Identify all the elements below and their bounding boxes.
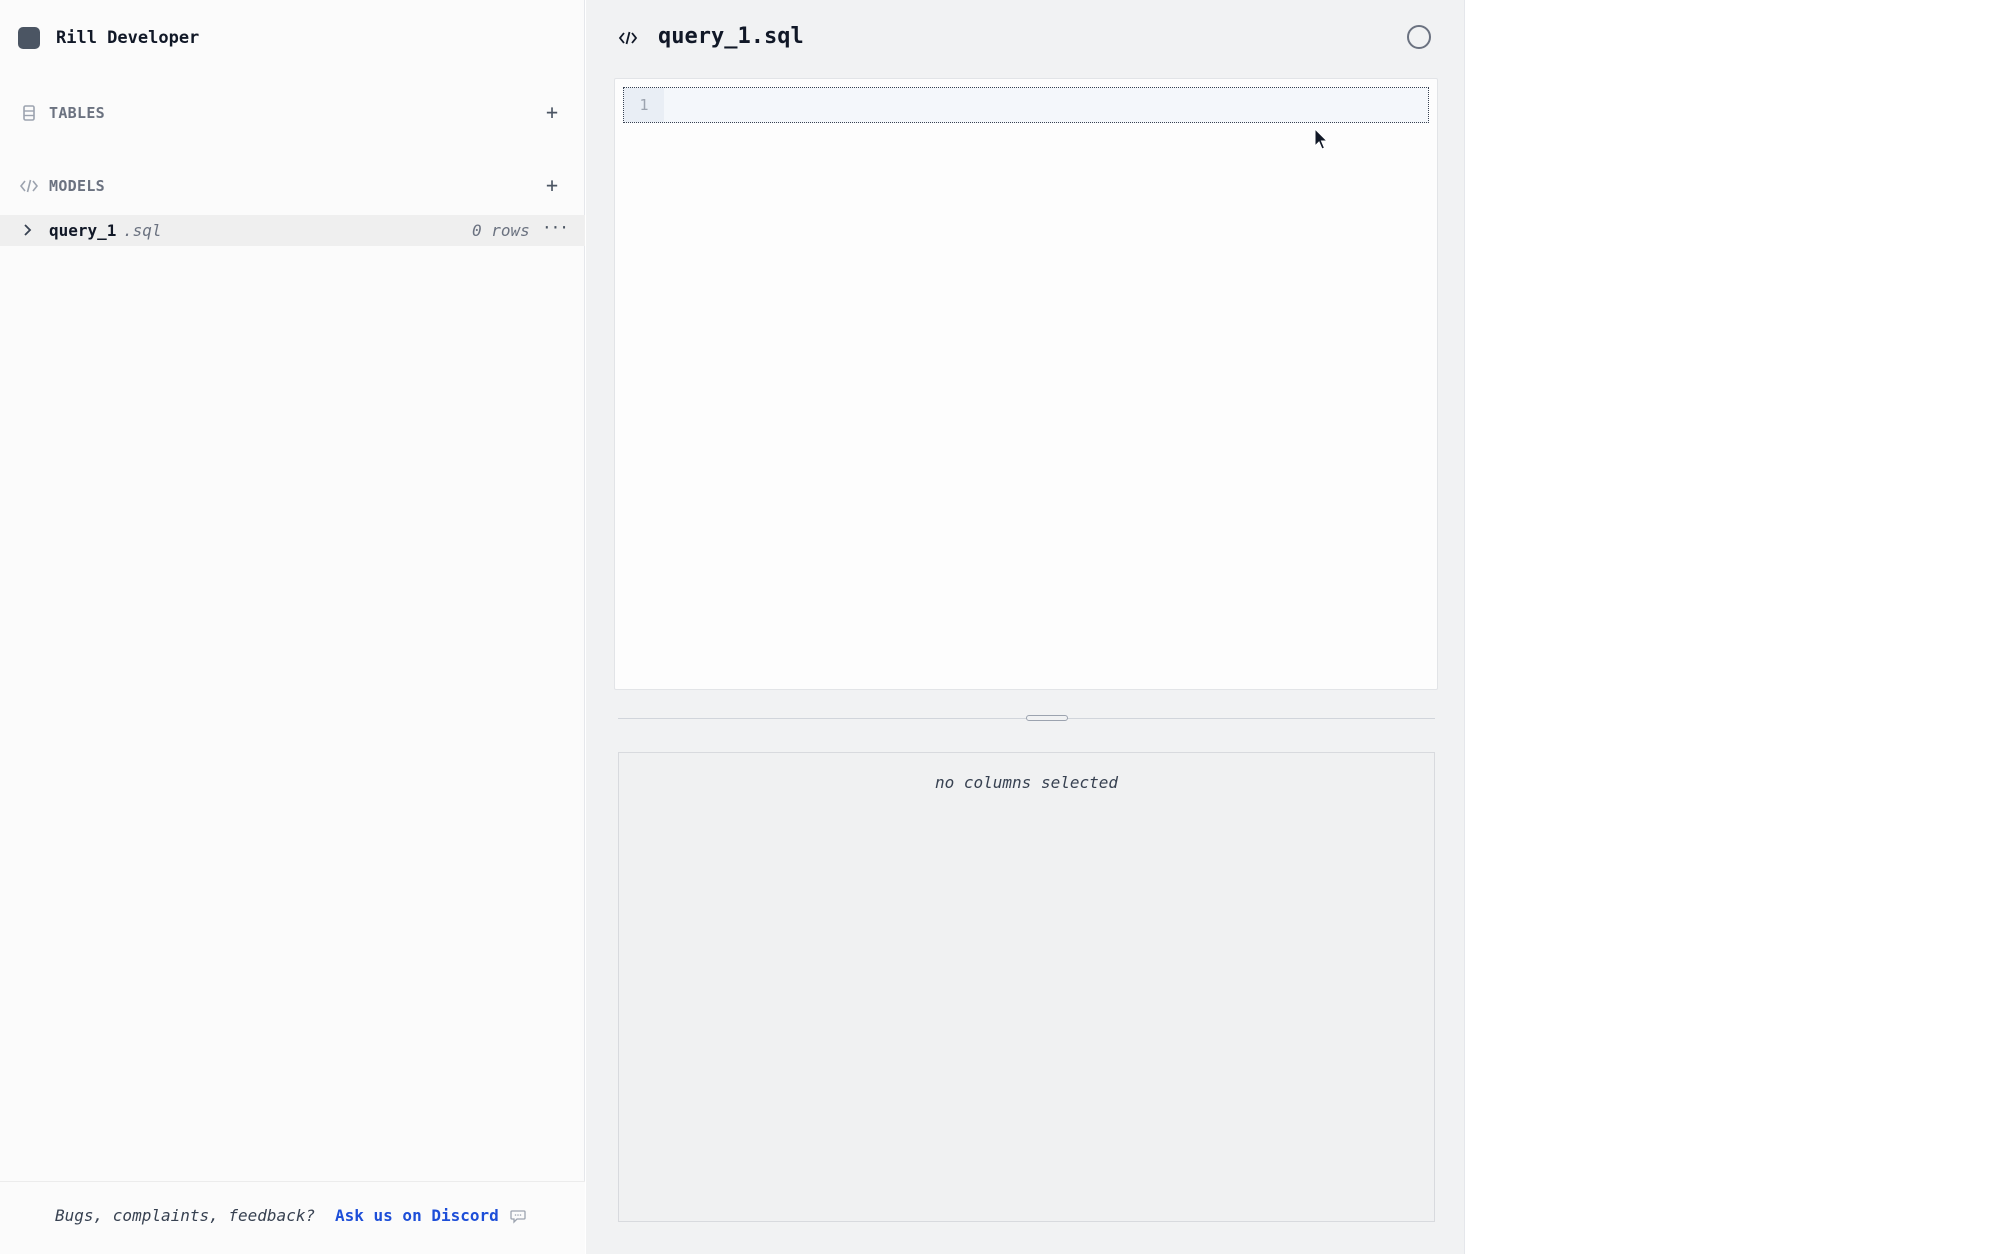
models-label: MODELS bbox=[49, 177, 105, 195]
more-options-button[interactable]: ··· bbox=[542, 218, 569, 237]
discord-link[interactable]: Ask us on Discord bbox=[335, 1206, 499, 1225]
model-name: query_1 bbox=[49, 221, 117, 240]
line-number: 1 bbox=[624, 88, 664, 122]
rill-logo-icon bbox=[18, 27, 40, 49]
code-icon bbox=[19, 179, 39, 193]
mouse-cursor-icon bbox=[1314, 128, 1329, 150]
app-title: Rill Developer bbox=[56, 28, 200, 48]
workspace-header: query_1.sql bbox=[586, 0, 1465, 75]
tables-label: TABLES bbox=[49, 104, 105, 122]
code-icon bbox=[618, 31, 638, 45]
brand[interactable]: Rill Developer bbox=[18, 26, 199, 50]
results-preview: no columns selected bbox=[618, 752, 1435, 1222]
chat-bubble-icon bbox=[510, 1210, 526, 1224]
model-title[interactable]: query_1.sql bbox=[658, 24, 804, 49]
add-table-button[interactable]: + bbox=[542, 101, 562, 123]
table-icon bbox=[23, 105, 35, 121]
tables-section-header[interactable]: TABLES + bbox=[0, 98, 585, 128]
empty-results-message: no columns selected bbox=[934, 773, 1119, 792]
inspector-panel bbox=[1466, 0, 2000, 1254]
sidebar: Rill Developer TABLES + MODELS + query_1… bbox=[0, 0, 585, 1254]
resize-handle[interactable] bbox=[1026, 715, 1068, 721]
editor-active-line[interactable]: 1 bbox=[623, 87, 1429, 123]
feedback-footer: Bugs, complaints, feedback? Ask us on Di… bbox=[0, 1181, 585, 1254]
chevron-right-icon[interactable] bbox=[21, 221, 35, 239]
model-workspace: query_1.sql 1 no columns selected bbox=[586, 0, 1465, 1254]
model-extension: .sql bbox=[123, 221, 162, 240]
add-model-button[interactable]: + bbox=[542, 174, 562, 196]
model-row-count: 0 rows bbox=[472, 221, 530, 240]
sql-editor[interactable]: 1 bbox=[614, 78, 1438, 690]
model-item-query-1[interactable]: query_1 .sql 0 rows ··· bbox=[0, 215, 585, 246]
feedback-text: Bugs, complaints, feedback? bbox=[55, 1206, 316, 1225]
status-indicator bbox=[1407, 25, 1431, 49]
models-section-header[interactable]: MODELS + bbox=[0, 171, 585, 201]
